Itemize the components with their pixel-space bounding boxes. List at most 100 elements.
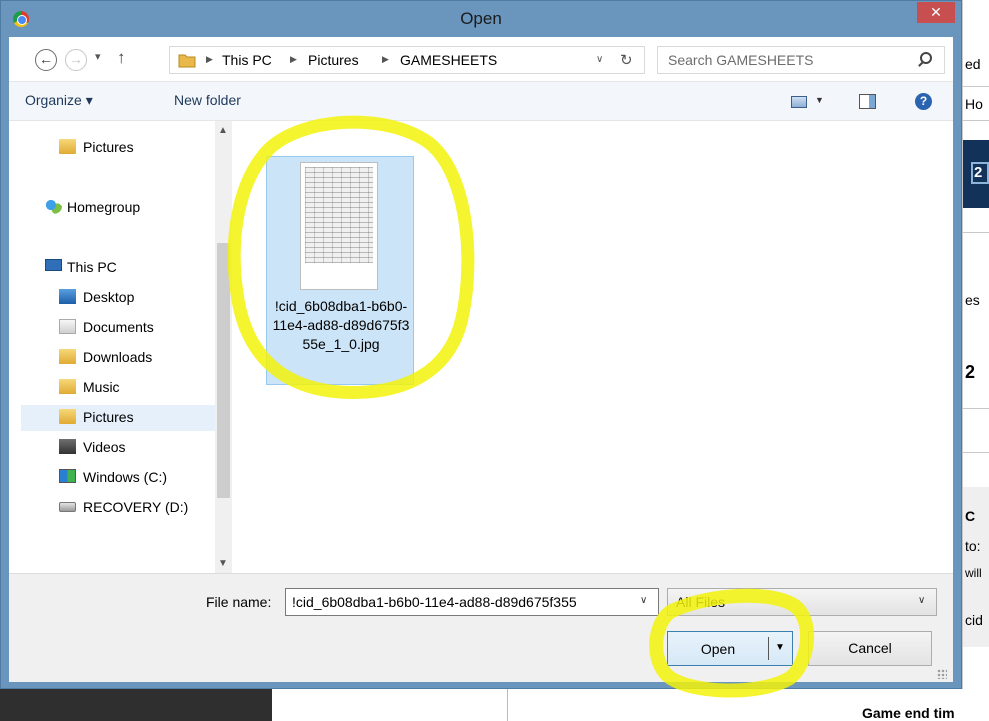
back-button[interactable]: ← — [35, 49, 57, 71]
bg-banner-number: 2 — [971, 162, 989, 184]
close-button[interactable]: ✕ — [917, 2, 955, 23]
bg-dark-footer-block — [0, 689, 272, 721]
file-item-selected[interactable]: !cid_6b08dba1-b6b0-11e4-ad88-d89d675f355… — [266, 156, 414, 385]
search-box[interactable] — [657, 46, 945, 74]
downloads-folder-icon — [59, 349, 76, 364]
cancel-button[interactable]: Cancel — [808, 631, 932, 666]
bg-text-fragment: 2 — [965, 362, 976, 382]
background-page-strip: ed Ho 2 es 2 C to: will cid — [962, 0, 989, 721]
address-history-dropdown[interactable]: ∨ — [596, 54, 603, 65]
desktop-folder-icon — [59, 289, 76, 304]
pictures-folder-icon — [59, 139, 76, 154]
nav-item-homegroup[interactable]: Homegroup — [21, 195, 221, 221]
chevron-down-icon[interactable]: ∨ — [640, 595, 647, 606]
address-bar[interactable]: ▶ This PC ▶ Pictures ▶ GAMESHEETS ∨ ↻ — [169, 46, 645, 74]
file-type-value: All Files — [676, 594, 726, 610]
refresh-icon[interactable]: ↻ — [620, 51, 633, 69]
nav-item-label: Music — [83, 379, 120, 395]
dialog-title: Open — [460, 9, 502, 28]
drive-icon — [59, 502, 76, 512]
file-name-label: File name: — [206, 594, 272, 610]
nav-item-pictures[interactable]: Pictures — [21, 405, 221, 431]
file-type-select[interactable]: All Files ∨ — [667, 588, 937, 616]
windows-drive-icon — [59, 469, 76, 483]
dialog-title-bar[interactable]: Open ✕ — [1, 1, 961, 37]
scroll-down-arrow-icon[interactable]: ▼ — [218, 558, 228, 569]
file-list-view[interactable]: !cid_6b08dba1-b6b0-11e4-ad88-d89d675f355… — [244, 121, 953, 573]
breadcrumb-pictures[interactable]: Pictures — [308, 52, 359, 68]
breadcrumb-this-pc[interactable]: This PC — [222, 52, 272, 68]
documents-folder-icon — [59, 319, 76, 334]
bg-text-fragment: to: — [965, 538, 981, 554]
background-page-bottom: Game end tim — [0, 689, 989, 721]
pictures-folder-icon — [59, 409, 76, 424]
homegroup-icon — [45, 199, 62, 214]
nav-item-recovery-d[interactable]: RECOVERY (D:) — [21, 495, 221, 521]
nav-item-label: Desktop — [83, 289, 135, 305]
new-folder-button[interactable]: New folder — [174, 92, 241, 108]
open-options-dropdown-icon[interactable]: ▼ — [775, 642, 785, 653]
organize-button[interactable]: Organize ▾ — [25, 92, 93, 109]
bg-text-fragment: ed — [965, 56, 981, 72]
nav-item-label: This PC — [67, 259, 117, 275]
nav-item-this-pc[interactable]: This PC — [21, 255, 221, 281]
open-button[interactable]: Open ▼ — [667, 631, 793, 666]
nav-item-downloads[interactable]: Downloads — [21, 345, 221, 371]
change-view-icon[interactable] — [791, 96, 807, 108]
nav-pane-scrollbar[interactable]: ▲ ▼ — [215, 121, 232, 573]
nav-item-label: Homegroup — [67, 199, 141, 215]
view-options-dropdown[interactable]: ▼ — [815, 95, 824, 105]
recent-locations-dropdown[interactable]: ▾ — [95, 50, 101, 63]
breadcrumb-separator-icon: ▶ — [290, 54, 297, 64]
chevron-down-icon: ∨ — [918, 595, 926, 606]
search-input[interactable] — [659, 48, 909, 72]
scroll-up-arrow-icon[interactable]: ▲ — [218, 125, 228, 136]
command-toolbar: Organize ▾ New folder ▼ ? — [9, 81, 953, 121]
bg-text-fragment: C — [965, 508, 976, 524]
resize-grip-icon[interactable] — [937, 669, 947, 679]
nav-item-label: Downloads — [83, 349, 153, 365]
folder-icon — [178, 54, 196, 68]
gamesheet-preview-image — [305, 167, 373, 263]
nav-item-videos[interactable]: Videos — [21, 435, 221, 461]
breadcrumb-separator-icon: ▶ — [382, 54, 389, 64]
forward-button[interactable]: → — [65, 49, 87, 71]
bg-text-fragment: cid — [965, 612, 983, 628]
nav-item-label: Videos — [83, 439, 126, 455]
bg-text-fragment: Ho — [965, 96, 983, 112]
nav-item-pictures-top[interactable]: Pictures — [21, 135, 221, 161]
file-name-combobox[interactable]: ∨ — [285, 588, 659, 616]
nav-item-label: Pictures — [83, 139, 134, 155]
nav-item-documents[interactable]: Documents — [21, 315, 221, 341]
scrollbar-thumb[interactable] — [217, 243, 230, 498]
bg-text-fragment: will — [965, 566, 982, 580]
bg-text-fragment: es — [965, 292, 980, 308]
file-name-input[interactable] — [286, 589, 634, 615]
search-icon[interactable] — [920, 52, 932, 64]
nav-item-label: Documents — [83, 319, 154, 335]
dialog-client-area: ← → ▾ ↑ ▶ This PC ▶ Pictures ▶ GAMESHEET… — [9, 37, 953, 682]
breadcrumb-gamesheets[interactable]: GAMESHEETS — [400, 52, 497, 68]
open-button-label: Open — [700, 641, 736, 657]
image-thumbnail — [300, 162, 378, 290]
up-folder-button[interactable]: ↑ — [117, 48, 126, 68]
nav-item-windows-c[interactable]: Windows (C:) — [21, 465, 221, 491]
open-file-dialog: Open ✕ ← → ▾ ↑ ▶ This PC ▶ Pictures ▶ GA… — [0, 0, 962, 689]
nav-item-label: RECOVERY (D:) — [83, 499, 189, 515]
computer-icon — [45, 259, 62, 271]
nav-item-label: Windows (C:) — [83, 469, 168, 485]
bg-footer-text: Game end tim — [862, 705, 955, 721]
nav-item-music[interactable]: Music — [21, 375, 221, 401]
help-icon[interactable]: ? — [915, 93, 932, 110]
dialog-bottom-panel: File name: ∨ All Files ∨ Open ▼ Cancel — [9, 573, 953, 682]
file-name-label: !cid_6b08dba1-b6b0-11e4-ad88-d89d675f355… — [272, 298, 410, 352]
music-folder-icon — [59, 379, 76, 394]
breadcrumb-separator-icon: ▶ — [206, 54, 213, 64]
bg-dark-banner: 2 — [963, 140, 989, 208]
preview-pane-icon[interactable] — [859, 94, 876, 109]
videos-folder-icon — [59, 439, 76, 454]
navigation-pane[interactable]: Pictures Homegroup This PC Desktop Docum… — [9, 121, 239, 573]
address-row: ← → ▾ ↑ ▶ This PC ▶ Pictures ▶ GAMESHEET… — [9, 37, 953, 81]
nav-item-desktop[interactable]: Desktop — [21, 285, 221, 311]
nav-item-label: Pictures — [83, 409, 134, 425]
